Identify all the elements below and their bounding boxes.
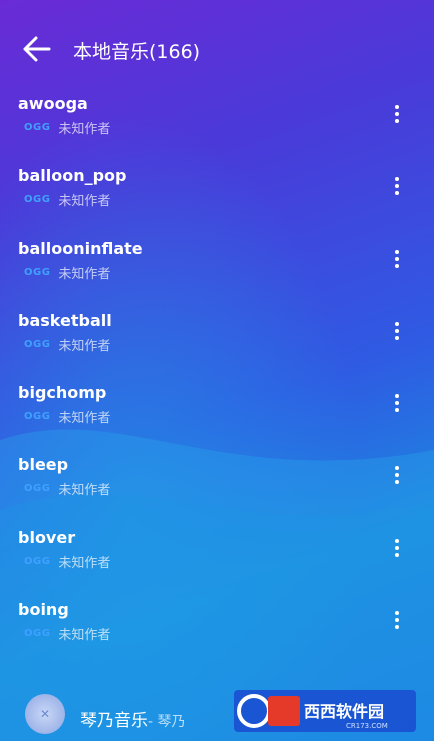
list-item[interactable]: ballooninflate OGG 未知作者 xyxy=(0,233,434,305)
song-artist: 未知作者 xyxy=(58,266,111,282)
more-options-icon[interactable] xyxy=(387,174,407,202)
watermark-logo: 西西软件园 CR173.COM xyxy=(234,690,416,732)
format-badge: OGG xyxy=(24,122,51,133)
song-name: boing xyxy=(18,600,69,620)
song-artist: 未知作者 xyxy=(58,411,111,427)
list-item[interactable]: awooga OGG 未知作者 xyxy=(0,88,434,160)
now-playing-name: 琴乃音乐 xyxy=(80,711,148,731)
song-list: awooga OGG 未知作者 balloon_pop OGG 未知作者 ballo… xyxy=(0,88,434,666)
song-artist: 未知作者 xyxy=(58,194,111,210)
now-playing-artist: - 琴乃 xyxy=(148,714,186,730)
format-badge: OGG xyxy=(24,483,51,495)
song-artist: 未知作者 xyxy=(58,122,111,137)
song-artist: 未知作者 xyxy=(58,483,111,499)
format-badge: OGG xyxy=(24,411,51,423)
more-options-icon[interactable] xyxy=(387,319,407,347)
more-options-icon[interactable] xyxy=(387,247,407,275)
song-name: awooga xyxy=(18,94,88,113)
format-badge: OGG xyxy=(24,555,51,567)
back-arrow-icon[interactable] xyxy=(22,34,52,64)
format-badge: OGG xyxy=(24,266,51,278)
song-name: balloon_pop xyxy=(18,166,127,186)
page-title: 本地音乐(166) xyxy=(73,41,201,63)
list-item[interactable]: bleep OGG 未知作者 xyxy=(0,449,434,521)
song-name: ballooninflate xyxy=(18,238,143,258)
list-item[interactable]: bigchomp OGG 未知作者 xyxy=(0,377,434,449)
more-options-icon[interactable] xyxy=(387,391,407,419)
more-options-icon[interactable] xyxy=(387,102,407,130)
song-name: bleep xyxy=(18,455,69,475)
app-header: 本地音乐(166) xyxy=(0,0,434,96)
list-item[interactable]: boing OGG 未知作者 xyxy=(0,594,434,666)
list-item[interactable]: basketball OGG 未知作者 xyxy=(0,305,434,377)
watermark-url: CR173.COM xyxy=(346,722,388,730)
song-artist: 未知作者 xyxy=(58,555,111,571)
more-options-icon[interactable] xyxy=(387,536,407,564)
song-name: bigchomp xyxy=(18,383,107,403)
format-badge: OGG xyxy=(24,628,51,640)
song-name: basketball xyxy=(18,310,112,330)
song-name: blover xyxy=(18,527,76,547)
format-badge: OGG xyxy=(24,338,51,350)
watermark-text: 西西软件园 xyxy=(304,702,384,721)
now-playing-title: 琴乃音乐- 琴乃 xyxy=(80,706,186,731)
more-options-icon[interactable] xyxy=(387,608,407,636)
song-artist: 未知作者 xyxy=(58,338,111,354)
list-item[interactable]: balloon_pop OGG 未知作者 xyxy=(0,160,434,232)
music-note-icon: ✕ xyxy=(39,707,51,721)
more-options-icon[interactable] xyxy=(387,463,407,491)
format-badge: OGG xyxy=(24,194,51,206)
song-artist: 未知作者 xyxy=(58,628,111,644)
list-item[interactable]: blover OGG 未知作者 xyxy=(0,522,434,594)
